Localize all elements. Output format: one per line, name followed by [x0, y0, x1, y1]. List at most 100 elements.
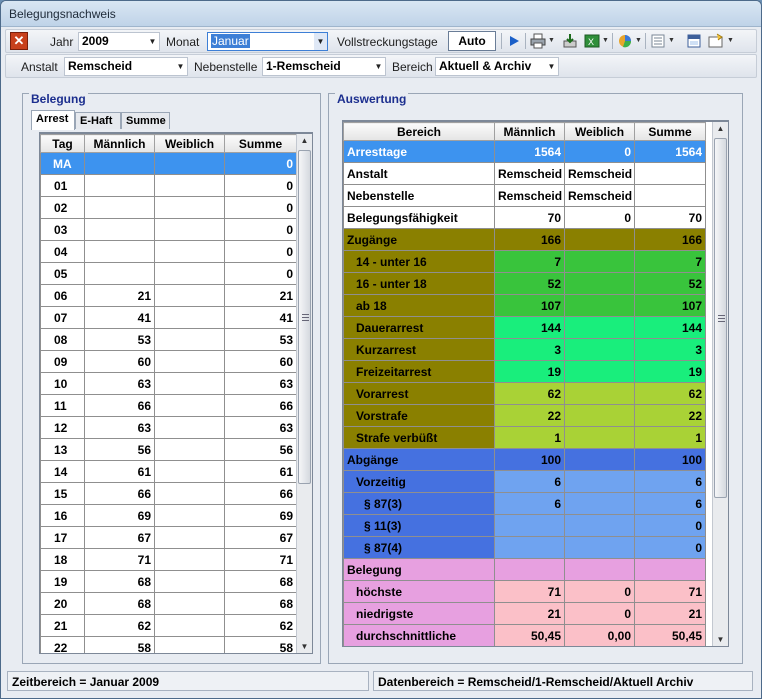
monat-select[interactable]: Januar ▼	[207, 32, 328, 51]
bereich-select[interactable]: Aktuell & Archiv ▼	[435, 57, 559, 76]
table-row[interactable]: Strafe verbüßt 1 1	[343, 426, 706, 449]
col-header-tag[interactable]: Tag	[40, 134, 85, 153]
table-cell: 04	[40, 240, 85, 263]
table-row[interactable]: 17 67 67	[40, 526, 297, 549]
scroll-thumb[interactable]	[714, 138, 727, 498]
table-cell	[84, 218, 155, 241]
col-header-summe[interactable]: Summe	[224, 134, 297, 153]
table-cell: 61	[84, 460, 155, 483]
export-icon[interactable]	[562, 33, 578, 49]
table-row[interactable]: MA 0	[40, 152, 297, 175]
chevron-down-icon[interactable]: ▼	[635, 37, 642, 44]
scroll-up-icon[interactable]: ▲	[713, 122, 728, 136]
table-cell: 1564	[634, 140, 706, 163]
print-icon[interactable]	[530, 33, 546, 49]
table-row[interactable]: Belegung	[343, 558, 706, 581]
table-row[interactable]: Arresttage 1564 0 1564	[343, 140, 706, 163]
col-header-weiblich[interactable]: Weiblich	[564, 122, 635, 141]
excel-icon[interactable]: X	[584, 33, 600, 49]
table-cell	[564, 514, 635, 537]
table-row[interactable]: 13 56 56	[40, 438, 297, 461]
col-header-weiblich[interactable]: Weiblich	[154, 134, 225, 153]
table-row[interactable]: Abgänge 100 100	[343, 448, 706, 471]
grip-line	[302, 320, 309, 321]
table-row[interactable]: 03 0	[40, 218, 297, 241]
table-row[interactable]: Vorstrafe 22 22	[343, 404, 706, 427]
table-cell: 66	[224, 482, 297, 505]
table-row[interactable]: 21 62 62	[40, 614, 297, 637]
table-row[interactable]: durchschnittliche 50,45 0,00 50,45	[343, 624, 706, 646]
scroll-down-icon[interactable]: ▼	[297, 640, 312, 653]
table-cell	[154, 218, 225, 241]
table-cell: 63	[84, 416, 155, 439]
nebenstelle-select[interactable]: 1-Remscheid ▼	[262, 57, 386, 76]
table-row[interactable]: 01 0	[40, 174, 297, 197]
table-row[interactable]: 18 71 71	[40, 548, 297, 571]
table-row[interactable]: Vorzeitig 6 6	[343, 470, 706, 493]
table-row[interactable]: § 87(3) 6 6	[343, 492, 706, 515]
chevron-down-icon[interactable]: ▼	[668, 37, 675, 44]
table-row[interactable]: 16 - unter 18 52 52	[343, 272, 706, 295]
table-row[interactable]: 16 69 69	[40, 504, 297, 527]
table-row[interactable]: Belegungsfähigkeit 70 0 70	[343, 206, 706, 229]
table-row[interactable]: 08 53 53	[40, 328, 297, 351]
chart-icon[interactable]	[617, 33, 633, 49]
chevron-down-icon[interactable]: ▼	[548, 37, 555, 44]
table-cell: durchschnittliche	[343, 624, 495, 646]
table-row[interactable]: 22 58 58	[40, 636, 297, 653]
auto-button[interactable]: Auto	[448, 31, 496, 51]
table-row[interactable]: Kurzarrest 3 3	[343, 338, 706, 361]
table-cell	[154, 482, 225, 505]
table-row[interactable]: 07 41 41	[40, 306, 297, 329]
table-row[interactable]: 11 66 66	[40, 394, 297, 417]
table-row[interactable]: 14 - unter 16 7 7	[343, 250, 706, 273]
scroll-thumb[interactable]	[298, 150, 311, 484]
table-row[interactable]: 02 0	[40, 196, 297, 219]
table-row[interactable]: 15 66 66	[40, 482, 297, 505]
col-header-summe[interactable]: Summe	[634, 122, 706, 141]
chevron-down-icon[interactable]: ▼	[602, 37, 609, 44]
table-row[interactable]: 05 0	[40, 262, 297, 285]
table-row[interactable]: § 11(3) 0	[343, 514, 706, 537]
settings-icon[interactable]	[708, 33, 724, 49]
table-row[interactable]: Anstalt Remscheid Remscheid	[343, 162, 706, 185]
table-row[interactable]: 09 60 60	[40, 350, 297, 373]
scroll-up-icon[interactable]: ▲	[297, 134, 312, 148]
col-header-maennlich[interactable]: Männlich	[494, 122, 565, 141]
table-row[interactable]: ab 18 107 107	[343, 294, 706, 317]
table-row[interactable]: Dauerarrest 144 144	[343, 316, 706, 339]
tab-arrest[interactable]: Arrest	[31, 110, 75, 130]
table-row[interactable]: Nebenstelle Remscheid Remscheid	[343, 184, 706, 207]
table-row[interactable]: höchste 71 0 71	[343, 580, 706, 603]
table-row[interactable]: niedrigste 21 0 21	[343, 602, 706, 625]
table-row[interactable]: 12 63 63	[40, 416, 297, 439]
list-icon[interactable]	[650, 33, 666, 49]
tab-summe[interactable]: Summe	[121, 112, 170, 129]
table-row[interactable]: Freizeitarrest 19 19	[343, 360, 706, 383]
belegung-scrollbar[interactable]: ▲ ▼	[296, 134, 312, 653]
col-header-maennlich[interactable]: Männlich	[84, 134, 155, 153]
auswertung-scrollbar[interactable]: ▲ ▼	[712, 122, 728, 646]
table-cell: Vorarrest	[343, 382, 495, 405]
table-row[interactable]: § 87(4) 0	[343, 536, 706, 559]
anstalt-select[interactable]: Remscheid ▼	[64, 57, 188, 76]
table-cell: Vorstrafe	[343, 404, 495, 427]
jahr-select[interactable]: 2009 ▼	[78, 32, 160, 51]
play-icon[interactable]	[506, 33, 522, 49]
close-icon[interactable]: ✕	[10, 32, 28, 50]
table-cell: 1564	[494, 140, 565, 163]
chevron-down-icon[interactable]: ▼	[727, 37, 734, 44]
table-row[interactable]: 06 21 21	[40, 284, 297, 307]
table-row[interactable]: 10 63 63	[40, 372, 297, 395]
table-row[interactable]: 04 0	[40, 240, 297, 263]
col-header-bereich[interactable]: Bereich	[343, 122, 495, 141]
table-row[interactable]: 20 68 68	[40, 592, 297, 615]
table-row[interactable]: 19 68 68	[40, 570, 297, 593]
table-cell	[564, 294, 635, 317]
preview-icon[interactable]	[686, 33, 702, 49]
table-row[interactable]: 14 61 61	[40, 460, 297, 483]
scroll-down-icon[interactable]: ▼	[713, 633, 728, 646]
table-row[interactable]: Vorarrest 62 62	[343, 382, 706, 405]
tab-e-haft[interactable]: E-Haft	[75, 112, 121, 129]
table-row[interactable]: Zugänge 166 166	[343, 228, 706, 251]
